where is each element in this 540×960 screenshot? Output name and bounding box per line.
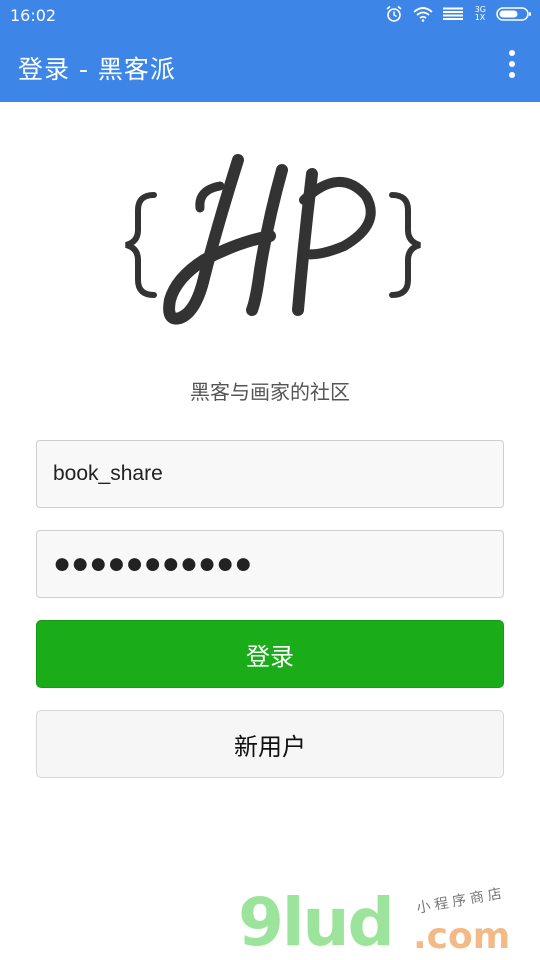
- battery-icon: [496, 7, 531, 21]
- status-time: 16:02: [10, 6, 57, 25]
- wifi-icon: [413, 7, 433, 22]
- app-bar: 登录 - 黑客派: [0, 30, 540, 102]
- status-bar: 16:02 3G 1X: [0, 0, 540, 30]
- watermark-sub: 小程序商店: [415, 885, 507, 917]
- watermark: 9lud .com 小程序商店: [238, 884, 538, 960]
- signal-icon: [442, 7, 463, 20]
- username-field[interactable]: book_share: [36, 440, 504, 508]
- status-icons: 3G 1X: [385, 5, 532, 23]
- app-title: 登录 - 黑客派: [18, 55, 176, 84]
- watermark-domain: .com: [413, 916, 511, 957]
- tagline: 黑客与画家的社区: [190, 380, 350, 404]
- network-type-label: 3G 1X: [474, 5, 486, 22]
- password-field[interactable]: ●●●●●●●●●●●: [36, 530, 504, 598]
- new-user-button[interactable]: 新用户: [36, 710, 504, 778]
- hp-logo: [125, 154, 421, 325]
- watermark-main: 9lud: [238, 884, 395, 960]
- more-vert-icon[interactable]: [506, 50, 518, 82]
- alarm-icon: [386, 5, 402, 22]
- login-button[interactable]: 登录: [36, 620, 504, 688]
